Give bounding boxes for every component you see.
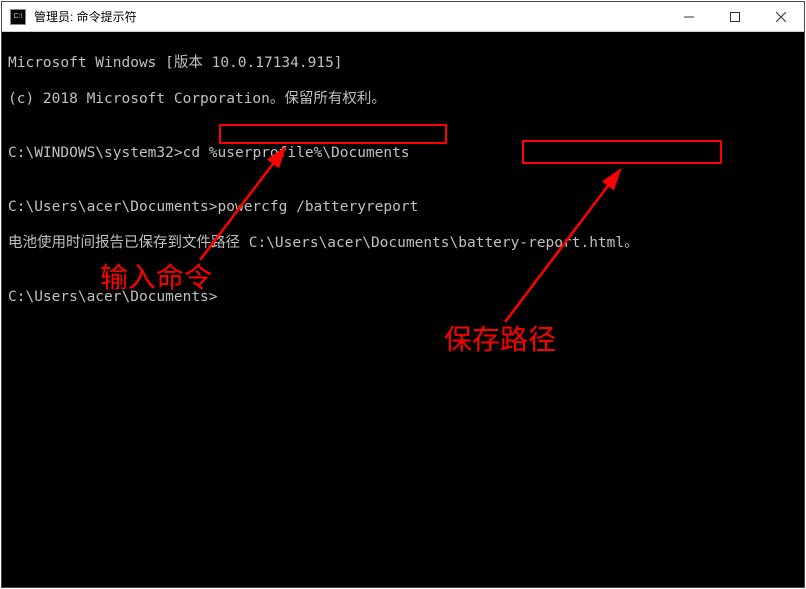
close-button[interactable] xyxy=(758,2,804,32)
prompt: C:\Users\acer\Documents> xyxy=(8,289,218,305)
command-text: cd %userprofile%\Documents xyxy=(183,145,410,161)
cmd-window: C:\ 管理员: 命令提示符 Microsoft Windows [版本 10.… xyxy=(1,1,805,588)
output-line: 电池使用时间报告已保存到文件路径 C:\Users\acer\Documents… xyxy=(8,234,798,252)
terminal-output[interactable]: Microsoft Windows [版本 10.0.17134.915] (c… xyxy=(2,32,804,346)
maximize-button[interactable] xyxy=(712,2,758,32)
prompt: C:\Users\acer\Documents> xyxy=(8,199,218,215)
output-text: 。 xyxy=(624,235,639,251)
window-title: 管理员: 命令提示符 xyxy=(34,8,137,25)
minimize-button[interactable] xyxy=(666,2,712,32)
prompt-line: C:\Users\acer\Documents>powercfg /batter… xyxy=(8,198,798,216)
titlebar[interactable]: C:\ 管理员: 命令提示符 xyxy=(2,2,804,32)
window-controls xyxy=(666,2,804,32)
output-text: 电池使用时间报告已保存到文件路径 C:\Users\acer\Documents… xyxy=(8,235,458,251)
prompt-line: C:\WINDOWS\system32>cd %userprofile%\Doc… xyxy=(8,144,798,162)
output-line: (c) 2018 Microsoft Corporation。保留所有权利。 xyxy=(8,90,798,108)
output-line: Microsoft Windows [版本 10.0.17134.915] xyxy=(8,54,798,72)
prompt: C:\WINDOWS\system32> xyxy=(8,145,183,161)
command-text: powercfg /batteryreport xyxy=(218,199,419,215)
prompt-line: C:\Users\acer\Documents> xyxy=(8,288,798,306)
cmd-icon: C:\ xyxy=(10,9,26,25)
output-filename: battery-report.html xyxy=(458,235,624,251)
